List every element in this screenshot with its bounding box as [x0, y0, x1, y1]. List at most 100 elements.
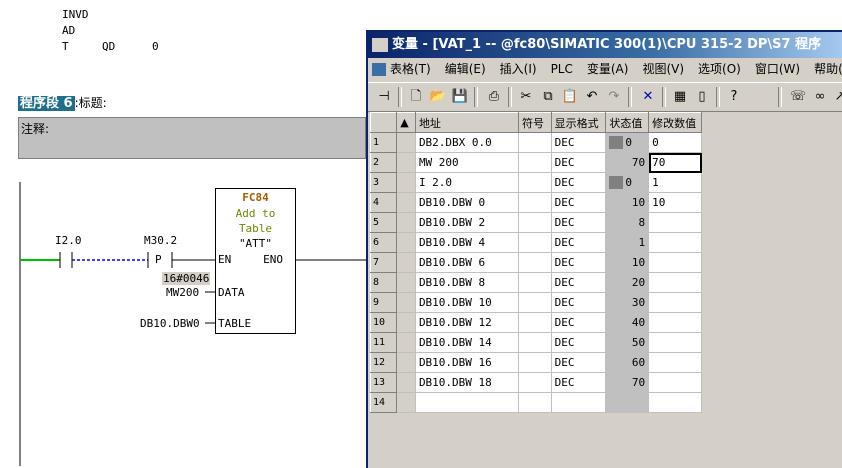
format-cell[interactable]: DEC [551, 312, 607, 333]
menu-view[interactable]: 视图(V) [642, 62, 684, 76]
symbol-cell[interactable] [518, 272, 552, 293]
modify-value-cell[interactable] [648, 292, 702, 313]
row-selector[interactable] [396, 192, 416, 213]
symbol-cell[interactable] [518, 252, 552, 273]
help-icon[interactable]: ? [724, 87, 744, 107]
table-row[interactable]: 4 DB10.DBW 0 DEC 10 10 [369, 192, 702, 213]
modify-value-cell[interactable] [648, 272, 702, 293]
address-cell[interactable]: DB10.DBW 6 [415, 252, 519, 273]
symbol-cell[interactable] [518, 152, 552, 173]
modify-value-cell[interactable] [648, 232, 702, 253]
modify-value-cell[interactable] [648, 332, 702, 353]
table-row[interactable]: 9 DB10.DBW 10 DEC 30 [369, 292, 702, 313]
row-selector[interactable] [396, 332, 416, 353]
row-selector[interactable] [396, 172, 416, 193]
address-cell[interactable]: DB10.DBW 0 [415, 192, 519, 213]
format-cell[interactable]: DEC [551, 332, 607, 353]
menu-plc[interactable]: PLC [551, 62, 573, 76]
row-number[interactable]: 3 [369, 172, 398, 193]
plc-icon[interactable]: ▯ [692, 87, 712, 107]
cut-icon[interactable]: ✂ [516, 87, 536, 107]
sort-icon[interactable]: ▲ [396, 112, 416, 133]
table-row[interactable]: 14 [369, 392, 702, 413]
menu-edit[interactable]: 编辑(E) [445, 62, 486, 76]
row-selector[interactable] [396, 352, 416, 373]
row-number[interactable]: 5 [369, 212, 398, 233]
pin-icon[interactable]: ⊣ [374, 87, 394, 107]
open-folder-icon[interactable]: 📂 [428, 87, 448, 107]
contact-m302-label[interactable]: M30.2 [144, 234, 177, 247]
table-row[interactable]: 3 I 2.0 DEC 0 1 [369, 172, 702, 193]
menu-insert[interactable]: 插入(I) [500, 62, 537, 76]
row-selector[interactable] [396, 212, 416, 233]
modify-value-cell[interactable] [648, 352, 702, 373]
menu-window[interactable]: 窗口(W) [755, 62, 800, 76]
address-cell[interactable]: DB10.DBW 18 [415, 372, 519, 393]
row-number[interactable]: 8 [369, 272, 398, 293]
modify-value-cell[interactable] [648, 252, 702, 273]
fc84-block[interactable]: FC84 Add to Table "ATT" EN ENO DATA TABL… [215, 188, 296, 334]
undo-icon[interactable]: ↶ [582, 87, 602, 107]
format-cell[interactable]: DEC [551, 292, 607, 313]
print-icon[interactable]: ⎙ [484, 87, 504, 107]
modify-value-cell[interactable]: 0 [648, 132, 702, 153]
col-display-format[interactable]: 显示格式 [550, 112, 607, 133]
table-row[interactable]: 8 DB10.DBW 8 DEC 20 [369, 272, 702, 293]
format-cell[interactable]: DEC [551, 172, 607, 193]
table-row[interactable]: 13 DB10.DBW 18 DEC 70 [369, 372, 702, 393]
monitor-icon[interactable]: ☏ [788, 87, 808, 107]
menu-help[interactable]: 帮助(H) [814, 62, 842, 76]
address-cell[interactable]: DB10.DBW 8 [415, 272, 519, 293]
contact-i20-label[interactable]: I2.0 [55, 234, 82, 247]
table-row[interactable]: 7 DB10.DBW 6 DEC 10 [369, 252, 702, 273]
table-row[interactable]: 12 DB10.DBW 16 DEC 60 [369, 352, 702, 373]
format-cell[interactable]: DEC [551, 272, 607, 293]
address-cell[interactable]: DB10.DBW 2 [415, 212, 519, 233]
address-cell[interactable]: I 2.0 [415, 172, 519, 193]
row-selector[interactable] [396, 372, 416, 393]
format-cell[interactable]: DEC [551, 232, 607, 253]
row-selector[interactable] [396, 152, 416, 173]
symbol-cell[interactable] [518, 312, 552, 333]
row-selector[interactable] [396, 312, 416, 333]
address-cell[interactable]: MW 200 [415, 152, 519, 173]
row-selector[interactable] [396, 272, 416, 293]
symbol-cell[interactable] [518, 372, 552, 393]
symbol-cell[interactable] [518, 392, 552, 413]
row-number[interactable]: 12 [369, 352, 398, 373]
address-cell[interactable]: DB10.DBW 12 [415, 312, 519, 333]
new-file-icon[interactable]: 🗋 [406, 87, 426, 107]
address-cell[interactable]: DB10.DBW 4 [415, 232, 519, 253]
monitor-glasses-icon[interactable]: ∞ [810, 87, 830, 107]
corner-cell[interactable] [369, 112, 398, 133]
redo-icon[interactable]: ↷ [604, 87, 624, 107]
format-cell[interactable]: DEC [551, 212, 607, 233]
format-cell[interactable]: DEC [551, 192, 607, 213]
address-cell[interactable]: DB10.DBW 10 [415, 292, 519, 313]
format-cell[interactable]: DEC [551, 252, 607, 273]
row-selector[interactable] [396, 392, 416, 413]
format-cell[interactable] [551, 392, 607, 413]
address-cell[interactable]: DB10.DBW 14 [415, 332, 519, 353]
modify-icon[interactable]: ↗ [830, 87, 842, 107]
modify-value-cell[interactable] [648, 392, 702, 413]
row-number[interactable]: 1 [369, 132, 398, 153]
col-symbol[interactable]: 符号 [517, 112, 552, 133]
delete-icon[interactable]: ✕ [638, 87, 658, 107]
symbol-cell[interactable] [518, 212, 552, 233]
row-number[interactable]: 9 [369, 292, 398, 313]
symbol-cell[interactable] [518, 232, 552, 253]
row-number[interactable]: 14 [369, 392, 398, 413]
table-row[interactable]: 11 DB10.DBW 14 DEC 50 [369, 332, 702, 353]
row-selector[interactable] [396, 232, 416, 253]
row-selector[interactable] [396, 132, 416, 153]
symbol-cell[interactable] [518, 192, 552, 213]
symbol-cell[interactable] [518, 132, 552, 153]
menu-options[interactable]: 选项(O) [698, 62, 741, 76]
address-cell[interactable]: DB2.DBX 0.0 [415, 132, 519, 153]
doc-icon[interactable] [372, 63, 386, 76]
symbol-cell[interactable] [518, 292, 552, 313]
copy-icon[interactable]: ⧉ [538, 87, 558, 107]
format-cell[interactable]: DEC [551, 152, 607, 173]
format-cell[interactable]: DEC [551, 352, 607, 373]
